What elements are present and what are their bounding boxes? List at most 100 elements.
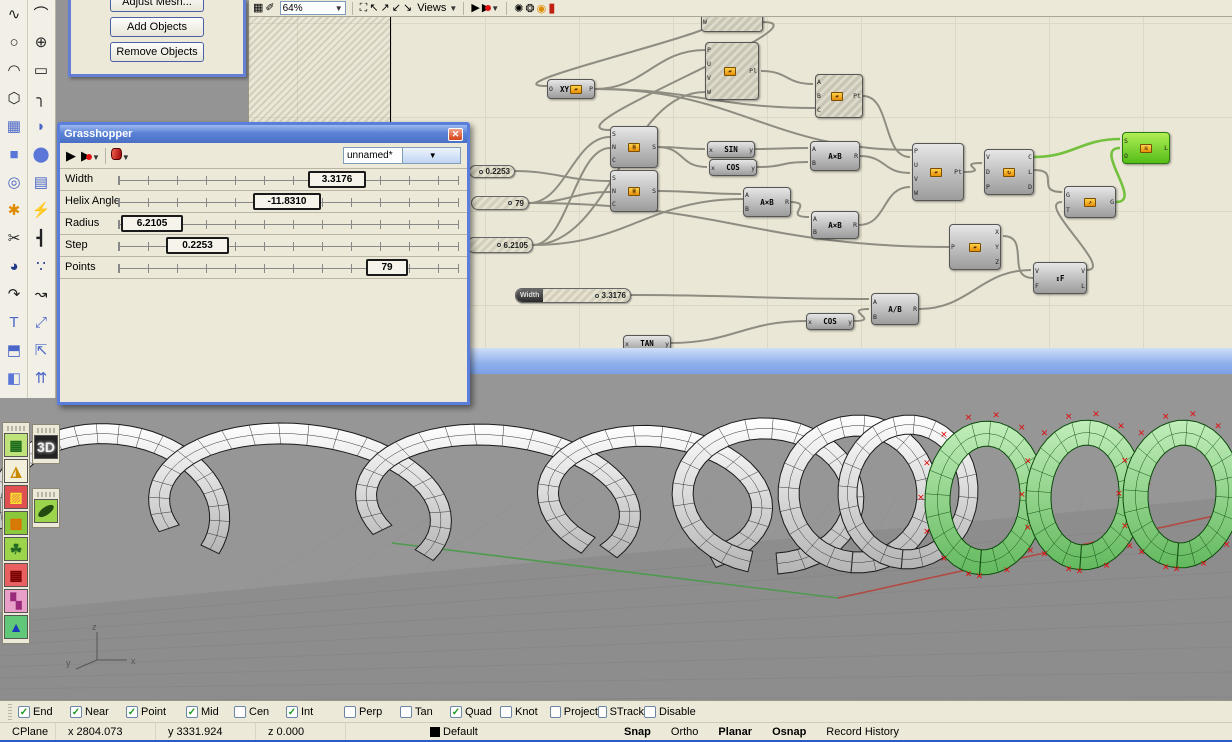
file-combo[interactable]: unnamed* ▼ xyxy=(343,147,461,164)
layer-field[interactable]: Default xyxy=(418,723,578,740)
gh-node-multiply-c[interactable]: ABA×BR xyxy=(811,211,859,239)
gh-node-move[interactable]: GT↗G xyxy=(1064,186,1116,218)
egg-icon[interactable]: ◉ xyxy=(536,3,548,15)
control-point-mark[interactable]: ✕ xyxy=(1138,429,1146,439)
control-point-mark[interactable]: ✕ xyxy=(1138,548,1146,558)
point-cloud-tool[interactable]: ∵ xyxy=(28,253,54,280)
rebuild-surface-tool[interactable]: ▤ xyxy=(28,169,54,196)
status-pane-planar[interactable]: Planar xyxy=(708,726,762,738)
polyline-tool[interactable]: ∿ xyxy=(1,1,27,28)
adjust-mesh-button[interactable]: Adjust Mesh... xyxy=(110,0,204,12)
splatter-icon[interactable]: ✺ xyxy=(513,3,524,15)
split-tool[interactable]: ┫ xyxy=(28,225,54,252)
canvas-slider-radius[interactable]: 6.2105 xyxy=(467,237,533,253)
gh-node-xy-plane[interactable]: OXY▰P xyxy=(547,79,595,99)
osnap-perp[interactable]: Perp xyxy=(344,706,400,718)
osnap-mid[interactable]: ✓Mid xyxy=(186,706,234,718)
control-point-mark[interactable]: ✕ xyxy=(1121,456,1129,466)
checkbox[interactable] xyxy=(644,706,656,718)
close-icon[interactable]: ✕ xyxy=(448,128,463,141)
grasshopper-titlebar[interactable]: Grasshopper ✕ xyxy=(60,125,467,143)
gh-node-unit-vector[interactable]: VF↕FVL xyxy=(1033,262,1087,294)
osnap-project[interactable]: Project xyxy=(550,706,598,718)
box-tool[interactable]: ■ xyxy=(1,141,27,168)
control-curve-tool[interactable]: ⌒ xyxy=(28,1,54,28)
control-point-mark[interactable]: ✕ xyxy=(1065,412,1073,422)
control-point-mark[interactable]: ✕ xyxy=(1024,524,1032,534)
control-point-mark[interactable]: ✕ xyxy=(1126,542,1134,552)
move-tool[interactable]: ⇱ xyxy=(28,337,54,364)
gh-node-sine[interactable]: xSINy xyxy=(707,141,755,158)
gh-node-division[interactable]: ABA/BR xyxy=(871,293,919,325)
polygon-tool[interactable]: ⬡ xyxy=(1,85,27,112)
control-point-mark[interactable]: ✕ xyxy=(1003,566,1011,576)
gh-node-multiply-a[interactable]: ABA×BR xyxy=(810,141,860,171)
slider-value[interactable]: 6.2105 xyxy=(121,215,183,232)
gh-blocks-icon[interactable]: ▩ xyxy=(4,511,28,535)
trim-tool[interactable]: ✂ xyxy=(1,225,27,252)
slider-track[interactable] xyxy=(118,176,459,185)
pencil-icon[interactable]: ✐ xyxy=(264,2,275,14)
checkbox[interactable]: ✓ xyxy=(126,706,138,718)
curved-surface-tool[interactable]: ◗ xyxy=(28,113,54,140)
control-point-mark[interactable]: ✕ xyxy=(1162,563,1170,573)
arc-tool[interactable]: ◠ xyxy=(1,57,27,84)
gh-node-series-1[interactable]: SNC≣S xyxy=(610,126,658,168)
play-icon[interactable]: ▶ xyxy=(470,2,480,14)
grasshopper-window[interactable]: Grasshopper ✕ ▶ ▶▼ ▼ unnamed* ▼ Width3.3… xyxy=(57,122,470,405)
control-point-mark[interactable]: ✕ xyxy=(1117,422,1125,432)
checkbox[interactable]: ✓ xyxy=(70,706,82,718)
corner-nw-icon[interactable]: ↖ xyxy=(368,2,379,14)
canvas-slider-points[interactable]: 79 xyxy=(471,196,529,210)
control-point-mark[interactable]: ✕ xyxy=(1041,429,1049,439)
checkbox[interactable] xyxy=(234,706,246,718)
checkbox[interactable]: ✓ xyxy=(286,706,298,718)
gh-mesh-green-icon[interactable]: ▦ xyxy=(4,433,28,457)
control-point-mark[interactable]: ✕ xyxy=(976,572,984,582)
gh-triangulate-icon[interactable]: ◮ xyxy=(4,459,28,483)
adjustable-arc-tool[interactable]: ↝ xyxy=(28,281,54,308)
osnap-end[interactable]: ✓End xyxy=(18,706,70,718)
view-3d-icon[interactable]: 3D xyxy=(34,435,58,459)
circle-tool[interactable]: ○ xyxy=(1,29,27,56)
grasshopper-icon[interactable] xyxy=(34,499,58,523)
checkbox[interactable]: ✓ xyxy=(186,706,198,718)
control-point-mark[interactable]: ✕ xyxy=(1189,410,1197,420)
osnap-strack[interactable]: STrack xyxy=(598,706,644,718)
gh-node-construct-plane[interactable]: PUVW▰Pl xyxy=(705,42,759,100)
control-point-mark[interactable]: ✕ xyxy=(917,494,925,504)
gh-node-point-abc[interactable]: ABC▰Pt xyxy=(815,74,863,118)
osnap-tan[interactable]: Tan xyxy=(400,706,450,718)
gh-node-circle-cnr[interactable]: VDP↻CLD xyxy=(984,149,1034,195)
corner-sw-icon[interactable]: ↙ xyxy=(391,2,402,14)
rectangle-tool[interactable]: ▭ xyxy=(28,57,54,84)
checkbox[interactable] xyxy=(400,706,412,718)
status-pane-record-history[interactable]: Record History xyxy=(816,726,909,738)
align-tool[interactable]: ⬒ xyxy=(1,337,27,364)
record-icon[interactable]: ▶▼ xyxy=(81,148,100,164)
sphere-tool[interactable]: ⬤ xyxy=(28,141,54,168)
gh-blob-icon[interactable]: ☘ xyxy=(4,537,28,561)
group-tool[interactable]: ◕ xyxy=(1,253,27,280)
gh-node-cosine-1[interactable]: xCOSy xyxy=(709,159,757,176)
osnap-knot[interactable]: Knot xyxy=(500,706,550,718)
control-point-mark[interactable]: ✕ xyxy=(923,459,931,469)
control-point-mark[interactable]: ✕ xyxy=(1121,522,1129,532)
checkbox[interactable]: ✓ xyxy=(450,706,462,718)
extrude-tool[interactable]: ⇈ xyxy=(28,365,54,392)
corner-se-icon[interactable]: ↘ xyxy=(402,2,413,14)
add-objects-button[interactable]: Add Objects xyxy=(110,17,204,37)
osnap-point[interactable]: ✓Point xyxy=(126,706,186,718)
cplane-field[interactable]: CPlane xyxy=(0,723,56,740)
gh-node-loft[interactable]: SO≋L xyxy=(1122,132,1170,164)
patch-surface-tool[interactable]: ▦ xyxy=(1,113,27,140)
gh-node-cosine-2[interactable]: xCOSy xyxy=(806,313,854,330)
control-point-mark[interactable]: ✕ xyxy=(1076,567,1084,577)
control-point-mark[interactable]: ✕ xyxy=(1027,546,1035,556)
control-point-mark[interactable]: ✕ xyxy=(965,570,973,580)
text-tool[interactable]: T xyxy=(1,309,27,336)
sketch-icon[interactable]: ▦ xyxy=(252,2,264,14)
canvas-slider-width[interactable]: Width3.3176 xyxy=(515,288,631,303)
control-point-mark[interactable]: ✕ xyxy=(1103,561,1111,571)
gh-node-evaluate-surface[interactable]: PUVW▰Pt xyxy=(912,143,964,201)
